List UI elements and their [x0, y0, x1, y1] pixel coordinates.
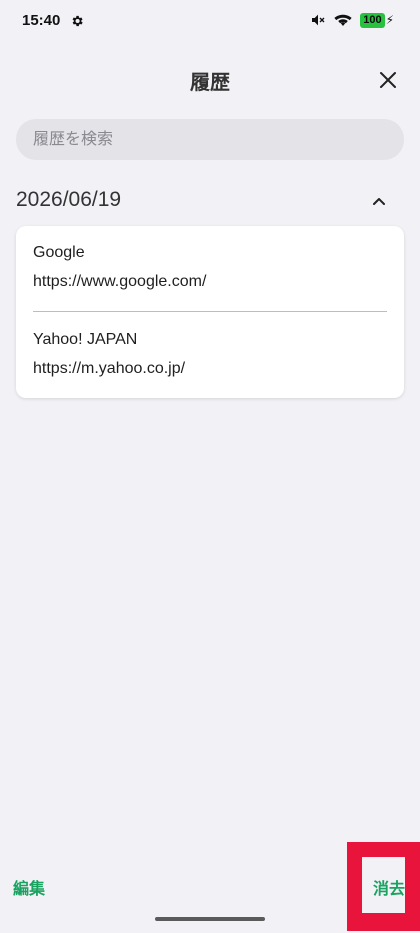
battery-icon: 100 ⚡ [360, 12, 394, 28]
page-title: 履歴 [190, 72, 230, 94]
history-item-google[interactable]: Google https://www.google.com/ [16, 226, 404, 306]
divider [33, 311, 387, 312]
close-button[interactable] [374, 66, 402, 94]
history-item-title: Yahoo! JAPAN [33, 331, 138, 348]
status-time: 15:40 [22, 12, 61, 29]
battery-level: 100 [360, 12, 385, 28]
gear-icon [72, 15, 83, 27]
home-indicator[interactable] [155, 917, 265, 921]
collapse-button[interactable] [368, 190, 390, 212]
header: 履歴 [0, 62, 420, 98]
wifi-icon [334, 14, 352, 26]
search-input[interactable] [16, 119, 404, 160]
chevron-up-icon [373, 198, 385, 205]
history-item-title: Google [33, 244, 85, 261]
status-bar: 15:40 100 ⚡ [0, 0, 420, 44]
edit-button[interactable]: 編集 [13, 875, 45, 899]
charging-icon: ⚡ [385, 13, 394, 27]
delete-button[interactable]: 消去 [373, 875, 405, 899]
mute-icon [312, 14, 325, 26]
history-date-header: 2026/06/19 [16, 184, 404, 218]
history-date: 2026/06/19 [16, 188, 122, 211]
history-list: Google https://www.google.com/ Yahoo! JA… [16, 226, 404, 398]
status-indicators: 100 ⚡ [310, 12, 394, 28]
close-icon [380, 72, 396, 88]
history-item-url: https://m.yahoo.co.jp/ [33, 360, 186, 377]
history-item-url: https://www.google.com/ [33, 273, 207, 290]
history-item-yahoo[interactable]: Yahoo! JAPAN https://m.yahoo.co.jp/ [16, 313, 404, 393]
